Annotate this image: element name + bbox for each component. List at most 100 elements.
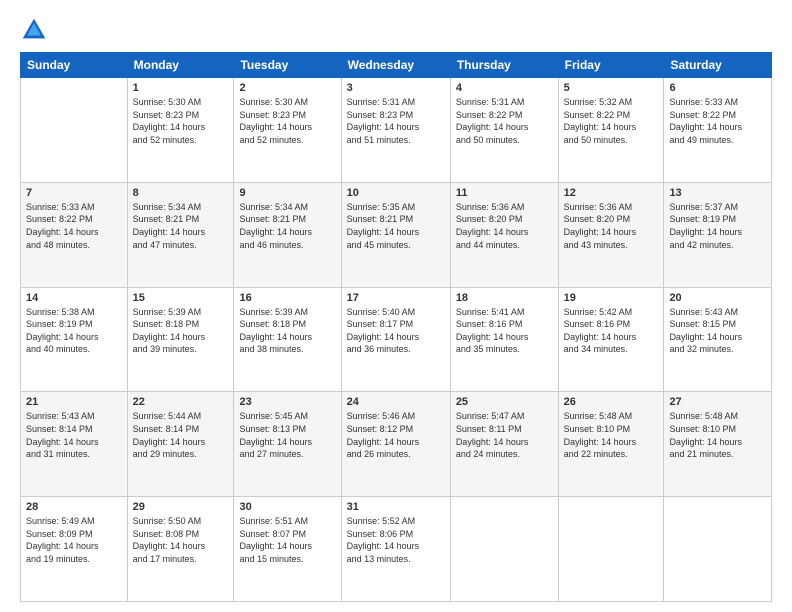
day-number: 16 (239, 292, 335, 304)
cell-content: Sunrise: 5:36 AM Sunset: 8:20 PM Dayligh… (564, 201, 659, 251)
cell-content: Sunrise: 5:50 AM Sunset: 8:08 PM Dayligh… (133, 515, 229, 565)
cell-content: Sunrise: 5:48 AM Sunset: 8:10 PM Dayligh… (564, 410, 659, 460)
cell-content: Sunrise: 5:33 AM Sunset: 8:22 PM Dayligh… (669, 96, 766, 146)
cell-content: Sunrise: 5:37 AM Sunset: 8:19 PM Dayligh… (669, 201, 766, 251)
day-number: 20 (669, 292, 766, 304)
cell-content: Sunrise: 5:34 AM Sunset: 8:21 PM Dayligh… (133, 201, 229, 251)
cell-content: Sunrise: 5:35 AM Sunset: 8:21 PM Dayligh… (347, 201, 445, 251)
cell-content: Sunrise: 5:47 AM Sunset: 8:11 PM Dayligh… (456, 410, 553, 460)
day-number: 27 (669, 396, 766, 408)
calendar-cell (664, 497, 772, 602)
calendar-cell: 3Sunrise: 5:31 AM Sunset: 8:23 PM Daylig… (341, 78, 450, 183)
calendar-week-3: 14 Sunrise: 5:38 AM Sunset: 8:19 PM Dayli… (21, 287, 772, 392)
calendar-cell: 12 Sunrise: 5:36 AM Sunset: 8:20 PM Dayli… (558, 182, 664, 287)
header (20, 16, 772, 44)
calendar-cell: 22 Sunrise: 5:44 AM Sunset: 8:14 PM Dayli… (127, 392, 234, 497)
calendar-cell: 1Sunrise: 5:30 AM Sunset: 8:23 PM Daylig… (127, 78, 234, 183)
weekday-header-tuesday: Tuesday (234, 53, 341, 78)
day-number: 12 (564, 187, 659, 199)
day-number: 31 (347, 501, 445, 513)
calendar-cell: 29 Sunrise: 5:50 AM Sunset: 8:08 PM Dayli… (127, 497, 234, 602)
calendar-body: 1Sunrise: 5:30 AM Sunset: 8:23 PM Daylig… (21, 78, 772, 602)
calendar-cell: 11Sunrise: 5:36 AM Sunset: 8:20 PM Dayli… (450, 182, 558, 287)
day-number: 9 (239, 187, 335, 199)
calendar-cell: 2Sunrise: 5:30 AM Sunset: 8:23 PM Daylig… (234, 78, 341, 183)
calendar-week-4: 21 Sunrise: 5:43 AM Sunset: 8:14 PM Dayli… (21, 392, 772, 497)
weekday-header-row: SundayMondayTuesdayWednesdayThursdayFrid… (21, 53, 772, 78)
day-number: 29 (133, 501, 229, 513)
cell-content: Sunrise: 5:32 AM Sunset: 8:22 PM Dayligh… (564, 96, 659, 146)
calendar-cell: 27 Sunrise: 5:48 AM Sunset: 8:10 PM Dayli… (664, 392, 772, 497)
day-number: 30 (239, 501, 335, 513)
day-number: 24 (347, 396, 445, 408)
cell-content: Sunrise: 5:51 AM Sunset: 8:07 PM Dayligh… (239, 515, 335, 565)
calendar-cell: 28 Sunrise: 5:49 AM Sunset: 8:09 PM Dayli… (21, 497, 128, 602)
day-number: 28 (26, 501, 122, 513)
day-number: 22 (133, 396, 229, 408)
cell-content: Sunrise: 5:48 AM Sunset: 8:10 PM Dayligh… (669, 410, 766, 460)
day-number: 2 (239, 82, 335, 94)
cell-content: Sunrise: 5:52 AM Sunset: 8:06 PM Dayligh… (347, 515, 445, 565)
cell-content: Sunrise: 5:34 AM Sunset: 8:21 PM Dayligh… (239, 201, 335, 251)
calendar-cell (21, 78, 128, 183)
cell-content: Sunrise: 5:44 AM Sunset: 8:14 PM Dayligh… (133, 410, 229, 460)
day-number: 14 (26, 292, 122, 304)
calendar-cell (450, 497, 558, 602)
calendar-cell: 19 Sunrise: 5:42 AM Sunset: 8:16 PM Dayli… (558, 287, 664, 392)
calendar-cell: 17Sunrise: 5:40 AM Sunset: 8:17 PM Dayli… (341, 287, 450, 392)
cell-content: Sunrise: 5:46 AM Sunset: 8:12 PM Dayligh… (347, 410, 445, 460)
cell-content: Sunrise: 5:39 AM Sunset: 8:18 PM Dayligh… (239, 306, 335, 356)
calendar-cell: 7 Sunrise: 5:33 AM Sunset: 8:22 PM Daylig… (21, 182, 128, 287)
day-number: 4 (456, 82, 553, 94)
cell-content: Sunrise: 5:40 AM Sunset: 8:17 PM Dayligh… (347, 306, 445, 356)
calendar-cell: 15 Sunrise: 5:39 AM Sunset: 8:18 PM Dayli… (127, 287, 234, 392)
calendar-week-5: 28 Sunrise: 5:49 AM Sunset: 8:09 PM Dayli… (21, 497, 772, 602)
day-number: 6 (669, 82, 766, 94)
cell-content: Sunrise: 5:45 AM Sunset: 8:13 PM Dayligh… (239, 410, 335, 460)
calendar-cell: 4Sunrise: 5:31 AM Sunset: 8:22 PM Daylig… (450, 78, 558, 183)
day-number: 15 (133, 292, 229, 304)
day-number: 7 (26, 187, 122, 199)
cell-content: Sunrise: 5:43 AM Sunset: 8:14 PM Dayligh… (26, 410, 122, 460)
day-number: 26 (564, 396, 659, 408)
logo-icon (20, 16, 48, 44)
calendar-week-1: 1Sunrise: 5:30 AM Sunset: 8:23 PM Daylig… (21, 78, 772, 183)
calendar-table: SundayMondayTuesdayWednesdayThursdayFrid… (20, 52, 772, 602)
cell-content: Sunrise: 5:30 AM Sunset: 8:23 PM Dayligh… (133, 96, 229, 146)
cell-content: Sunrise: 5:33 AM Sunset: 8:22 PM Dayligh… (26, 201, 122, 251)
weekday-header-sunday: Sunday (21, 53, 128, 78)
calendar-cell (558, 497, 664, 602)
calendar-cell: 16 Sunrise: 5:39 AM Sunset: 8:18 PM Dayli… (234, 287, 341, 392)
logo (20, 16, 54, 44)
weekday-header-saturday: Saturday (664, 53, 772, 78)
day-number: 23 (239, 396, 335, 408)
calendar-cell: 21 Sunrise: 5:43 AM Sunset: 8:14 PM Dayli… (21, 392, 128, 497)
calendar-cell: 8 Sunrise: 5:34 AM Sunset: 8:21 PM Daylig… (127, 182, 234, 287)
calendar-week-2: 7 Sunrise: 5:33 AM Sunset: 8:22 PM Daylig… (21, 182, 772, 287)
day-number: 25 (456, 396, 553, 408)
calendar-cell: 6 Sunrise: 5:33 AM Sunset: 8:22 PM Daylig… (664, 78, 772, 183)
day-number: 8 (133, 187, 229, 199)
calendar-cell: 14 Sunrise: 5:38 AM Sunset: 8:19 PM Dayli… (21, 287, 128, 392)
calendar-cell: 10 Sunrise: 5:35 AM Sunset: 8:21 PM Dayli… (341, 182, 450, 287)
cell-content: Sunrise: 5:38 AM Sunset: 8:19 PM Dayligh… (26, 306, 122, 356)
cell-content: Sunrise: 5:42 AM Sunset: 8:16 PM Dayligh… (564, 306, 659, 356)
calendar-cell: 18Sunrise: 5:41 AM Sunset: 8:16 PM Dayli… (450, 287, 558, 392)
weekday-header-wednesday: Wednesday (341, 53, 450, 78)
cell-content: Sunrise: 5:49 AM Sunset: 8:09 PM Dayligh… (26, 515, 122, 565)
day-number: 5 (564, 82, 659, 94)
cell-content: Sunrise: 5:41 AM Sunset: 8:16 PM Dayligh… (456, 306, 553, 356)
page: SundayMondayTuesdayWednesdayThursdayFrid… (0, 0, 792, 612)
calendar-cell: 23 Sunrise: 5:45 AM Sunset: 8:13 PM Dayli… (234, 392, 341, 497)
calendar-cell: 9 Sunrise: 5:34 AM Sunset: 8:21 PM Daylig… (234, 182, 341, 287)
weekday-header-thursday: Thursday (450, 53, 558, 78)
calendar-cell: 24 Sunrise: 5:46 AM Sunset: 8:12 PM Dayli… (341, 392, 450, 497)
calendar-cell: 5 Sunrise: 5:32 AM Sunset: 8:22 PM Daylig… (558, 78, 664, 183)
day-number: 19 (564, 292, 659, 304)
calendar-cell: 30 Sunrise: 5:51 AM Sunset: 8:07 PM Dayli… (234, 497, 341, 602)
day-number: 21 (26, 396, 122, 408)
cell-content: Sunrise: 5:39 AM Sunset: 8:18 PM Dayligh… (133, 306, 229, 356)
weekday-header-monday: Monday (127, 53, 234, 78)
day-number: 10 (347, 187, 445, 199)
cell-content: Sunrise: 5:31 AM Sunset: 8:23 PM Dayligh… (347, 96, 445, 146)
